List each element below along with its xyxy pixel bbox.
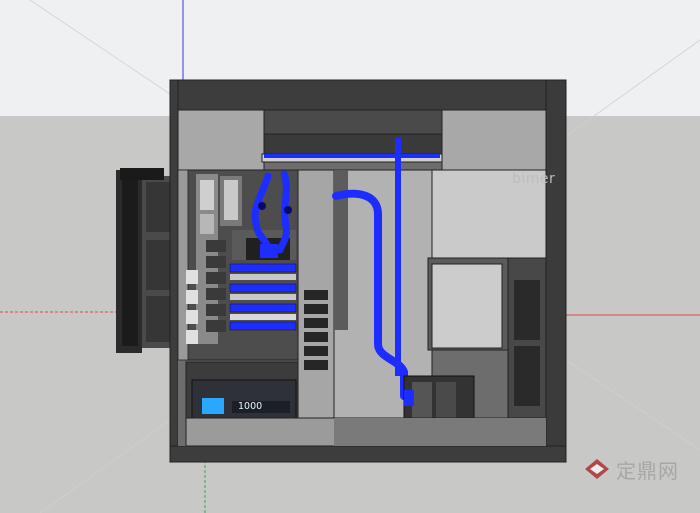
top-radiator-bar: [263, 133, 443, 155]
top-right-panel: [441, 109, 547, 171]
motherboard: [185, 169, 299, 361]
bimer-watermark: bimer: [512, 171, 556, 187]
top-fan-slot: [263, 109, 443, 135]
side-radiator: [116, 168, 178, 353]
sketchup-pc-case-scene: [0, 0, 700, 513]
site-logo-icon: [585, 459, 609, 479]
site-watermark: 定鼎网: [584, 456, 679, 483]
case-floor-dark: [334, 418, 546, 446]
psu-wattage-label: 1000: [238, 401, 263, 412]
psu-logo-badge: [202, 398, 224, 414]
top-left-panel: [177, 109, 265, 171]
site-watermark-text: 定鼎网: [616, 458, 679, 483]
